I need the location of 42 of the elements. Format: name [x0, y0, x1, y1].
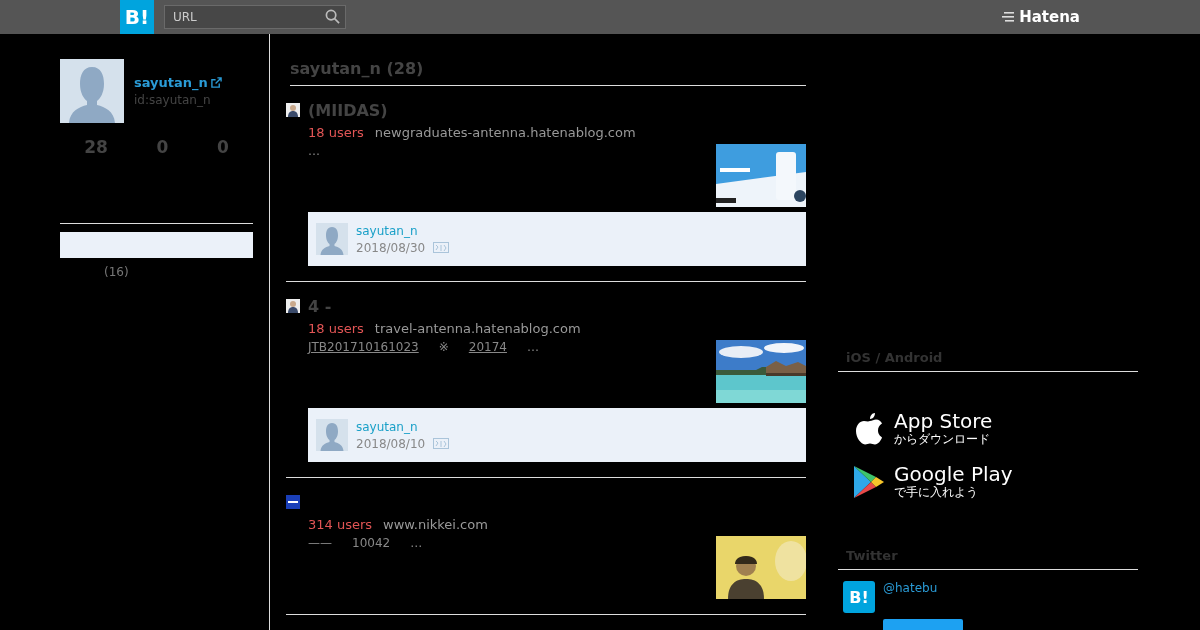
app-store-badge[interactable]: App Store からダウンロード [856, 410, 1138, 447]
favicon-icon [286, 103, 300, 117]
hatena-logo[interactable]: Hatena [1019, 8, 1080, 26]
badge-subtitle: で手に入れよう [894, 485, 978, 500]
entry-domain[interactable]: www.nikkei.com [383, 517, 488, 532]
twitter-account-link[interactable]: @hatebu [883, 581, 963, 595]
avatar-silhouette[interactable] [316, 419, 348, 451]
users-icon[interactable] [433, 242, 450, 253]
user-count[interactable]: 18 users [308, 321, 364, 336]
excerpt-link[interactable]: JTB201710161023 [308, 340, 419, 354]
google-play-badge[interactable]: Google Play で手に入れよう [854, 463, 1138, 500]
excerpt-text: … [308, 144, 320, 158]
excerpt-text: … [526, 340, 539, 354]
play-triangle-icon [854, 465, 884, 498]
excerpt-text: ※ [438, 340, 449, 354]
excerpt-text: —— [308, 536, 332, 550]
comment-date[interactable]: 2018/08/30 [356, 240, 426, 255]
comment-date[interactable]: 2018/08/10 [356, 436, 426, 451]
search-icon[interactable] [325, 9, 340, 24]
favicon-icon [286, 299, 300, 313]
entry-domain[interactable]: travel-antenna.hatenablog.com [374, 321, 581, 336]
user-count[interactable]: 314 users [308, 517, 373, 532]
user-count[interactable]: 18 users [308, 125, 364, 140]
search-field[interactable]: URL [164, 5, 346, 29]
badge-subtitle: からダウンロード [894, 432, 991, 447]
excerpt-text: … [410, 536, 423, 550]
favicon-icon [286, 495, 300, 509]
profile-name[interactable]: sayutan_n [134, 75, 208, 90]
excerpt-link[interactable]: 20174 [468, 340, 507, 354]
users-icon[interactable] [433, 438, 450, 449]
category-count[interactable]: (16) [104, 265, 253, 279]
excerpt-text: 10042 [352, 536, 391, 550]
badge-title: Google Play [894, 463, 1013, 485]
apple-icon [856, 412, 884, 445]
avatar-silhouette[interactable] [316, 223, 348, 255]
badge-title: App Store [894, 410, 993, 432]
category-bar[interactable] [60, 232, 253, 258]
external-link-icon[interactable] [210, 77, 222, 88]
entry-domain[interactable]: newgraduates-antenna.hatenablog.com [374, 125, 636, 140]
page-heading: sayutan_n (28) [290, 59, 806, 86]
avatar-silhouette [60, 59, 124, 123]
profile-id: id:sayutan_n [134, 93, 212, 107]
